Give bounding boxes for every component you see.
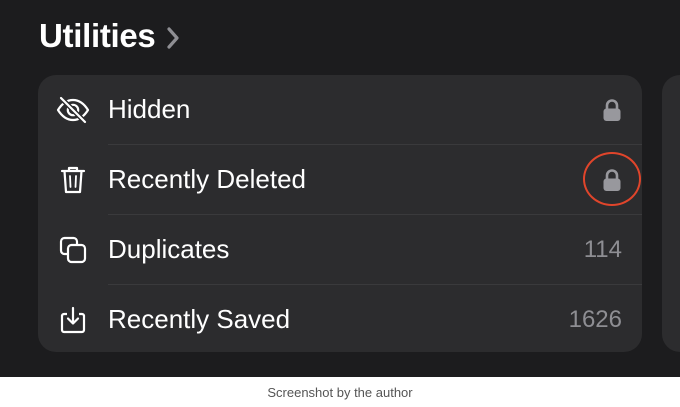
utilities-list: Hidden Recently Deleted Duplicates 114 R… bbox=[38, 75, 642, 352]
list-item-hidden[interactable]: Hidden bbox=[38, 75, 642, 144]
utilities-header[interactable]: Utilities bbox=[39, 14, 180, 58]
utilities-screen: Utilities Hidden Recently Deleted Duplic… bbox=[0, 0, 680, 377]
tray-download-icon bbox=[56, 303, 90, 337]
list-item-label: Recently Deleted bbox=[108, 164, 306, 194]
item-count: 114 bbox=[583, 235, 622, 263]
chevron-right-icon[interactable] bbox=[166, 26, 180, 49]
list-item-label: Hidden bbox=[108, 94, 191, 124]
highlight-annotation-circle bbox=[583, 152, 641, 206]
eye-slash-icon bbox=[56, 93, 90, 127]
lock-icon bbox=[602, 98, 622, 122]
list-item-recently-deleted[interactable]: Recently Deleted bbox=[38, 145, 642, 214]
next-card-peek[interactable] bbox=[662, 75, 680, 352]
list-item-duplicates[interactable]: Duplicates 114 bbox=[38, 215, 642, 284]
duplicates-icon bbox=[56, 233, 90, 267]
section-title: Utilities bbox=[39, 17, 156, 54]
list-item-label: Duplicates bbox=[108, 234, 230, 264]
image-caption: Screenshot by the author bbox=[267, 384, 413, 400]
item-count: 1626 bbox=[568, 305, 622, 333]
list-item-label: Recently Saved bbox=[108, 304, 291, 334]
list-item-recently-saved[interactable]: Recently Saved 1626 bbox=[38, 285, 642, 352]
trash-icon bbox=[56, 163, 90, 197]
